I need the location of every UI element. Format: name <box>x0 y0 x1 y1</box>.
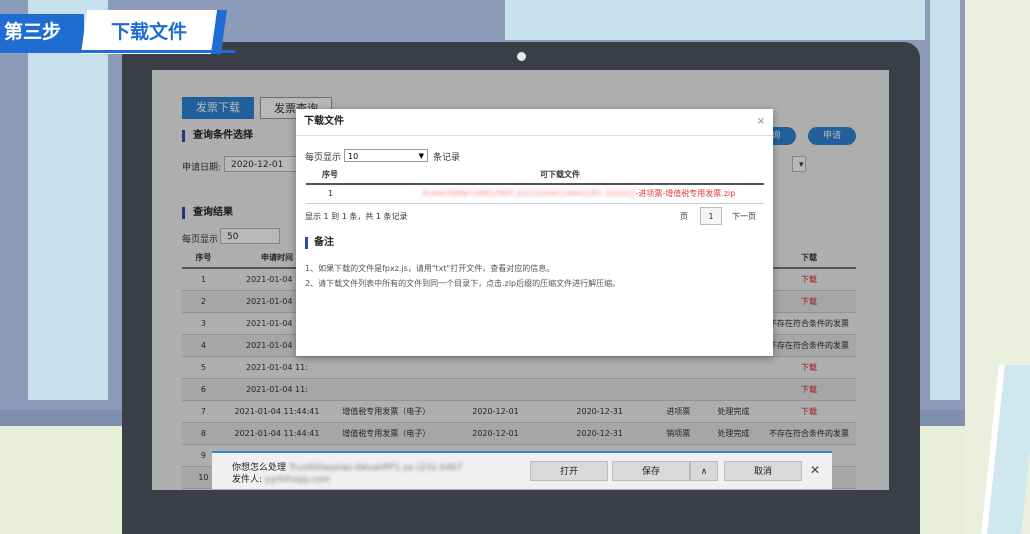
window-pane <box>28 0 108 400</box>
close-icon[interactable]: × <box>757 109 765 135</box>
window-pane <box>505 0 925 40</box>
next-page-link[interactable]: 下一页 <box>732 211 756 222</box>
sender-value: yyrbfrsqq.com <box>264 475 331 485</box>
modal-row-index: 1 <box>328 189 334 198</box>
sender-label: 发件人: <box>232 475 263 485</box>
page-number-button[interactable]: 1 <box>700 207 722 225</box>
banner-underline <box>0 50 235 53</box>
close-icon[interactable]: ✕ <box>810 463 820 477</box>
open-button[interactable]: 打开 <box>530 461 608 481</box>
download-file-modal: 下载文件 × 每页显示 10 ▼ 条记录 序号 可下载文件 1 91440300… <box>296 109 773 356</box>
modal-header: 下载文件 × <box>296 109 773 136</box>
step-title-text: 下载文件 <box>110 21 187 43</box>
background-wall-right <box>965 0 1030 534</box>
download-sender: 发件人: yyrbfrsqq.com <box>232 472 330 485</box>
save-options-chevron-icon[interactable]: ∧ <box>690 461 718 481</box>
modal-per-page-select[interactable]: 10 ▼ <box>344 149 428 162</box>
modal-header-divider <box>306 183 764 185</box>
modal-summary: 显示 1 到 1 条，共 1 条记录 <box>305 212 408 221</box>
download-notification-bar: 你想怎么处理 TrusSGlaaxiao.dwsanPF1.za (231 b4… <box>212 451 832 489</box>
window-pane <box>930 0 960 400</box>
modal-col-file: 可下载文件 <box>540 170 580 179</box>
note-title: 备注 <box>305 237 334 249</box>
file-name-blurred: 91440300672865290T-20210104114442281-202… <box>422 189 636 198</box>
modal-per-page-label: 每页显示 <box>305 153 342 163</box>
note-line-2: 2、请下载文件列表中所有的文件到同一个目录下，点击.zip后缀的压缩文件进行解压… <box>305 279 621 288</box>
cancel-button[interactable]: 取消 <box>724 461 802 481</box>
step-number-badge: 第三步 <box>0 14 84 50</box>
chevron-down-icon: ▼ <box>418 152 424 160</box>
modal-per-page-value: 10 <box>348 152 359 161</box>
note-line-1: 1、如果下载的文件是fpxz.js，请用"txt"打开文件，查看对应的信息。 <box>305 264 555 273</box>
step-title: 下载文件 <box>80 10 228 54</box>
file-name-visible: -进项票-增值税专用发票.zip <box>635 189 736 198</box>
download-file-link[interactable]: 91440300672865290T-20210104114442281-202… <box>422 188 735 199</box>
modal-per-page-suffix: 条记录 <box>433 153 461 163</box>
modal-title: 下载文件 <box>304 116 344 127</box>
modal-col-index: 序号 <box>322 170 338 179</box>
save-button[interactable]: 保存 <box>612 461 690 481</box>
laptop-camera <box>517 52 526 61</box>
modal-row-divider <box>306 203 764 204</box>
prev-page-link[interactable]: 页 <box>680 211 688 222</box>
decorative-book <box>981 365 1030 534</box>
